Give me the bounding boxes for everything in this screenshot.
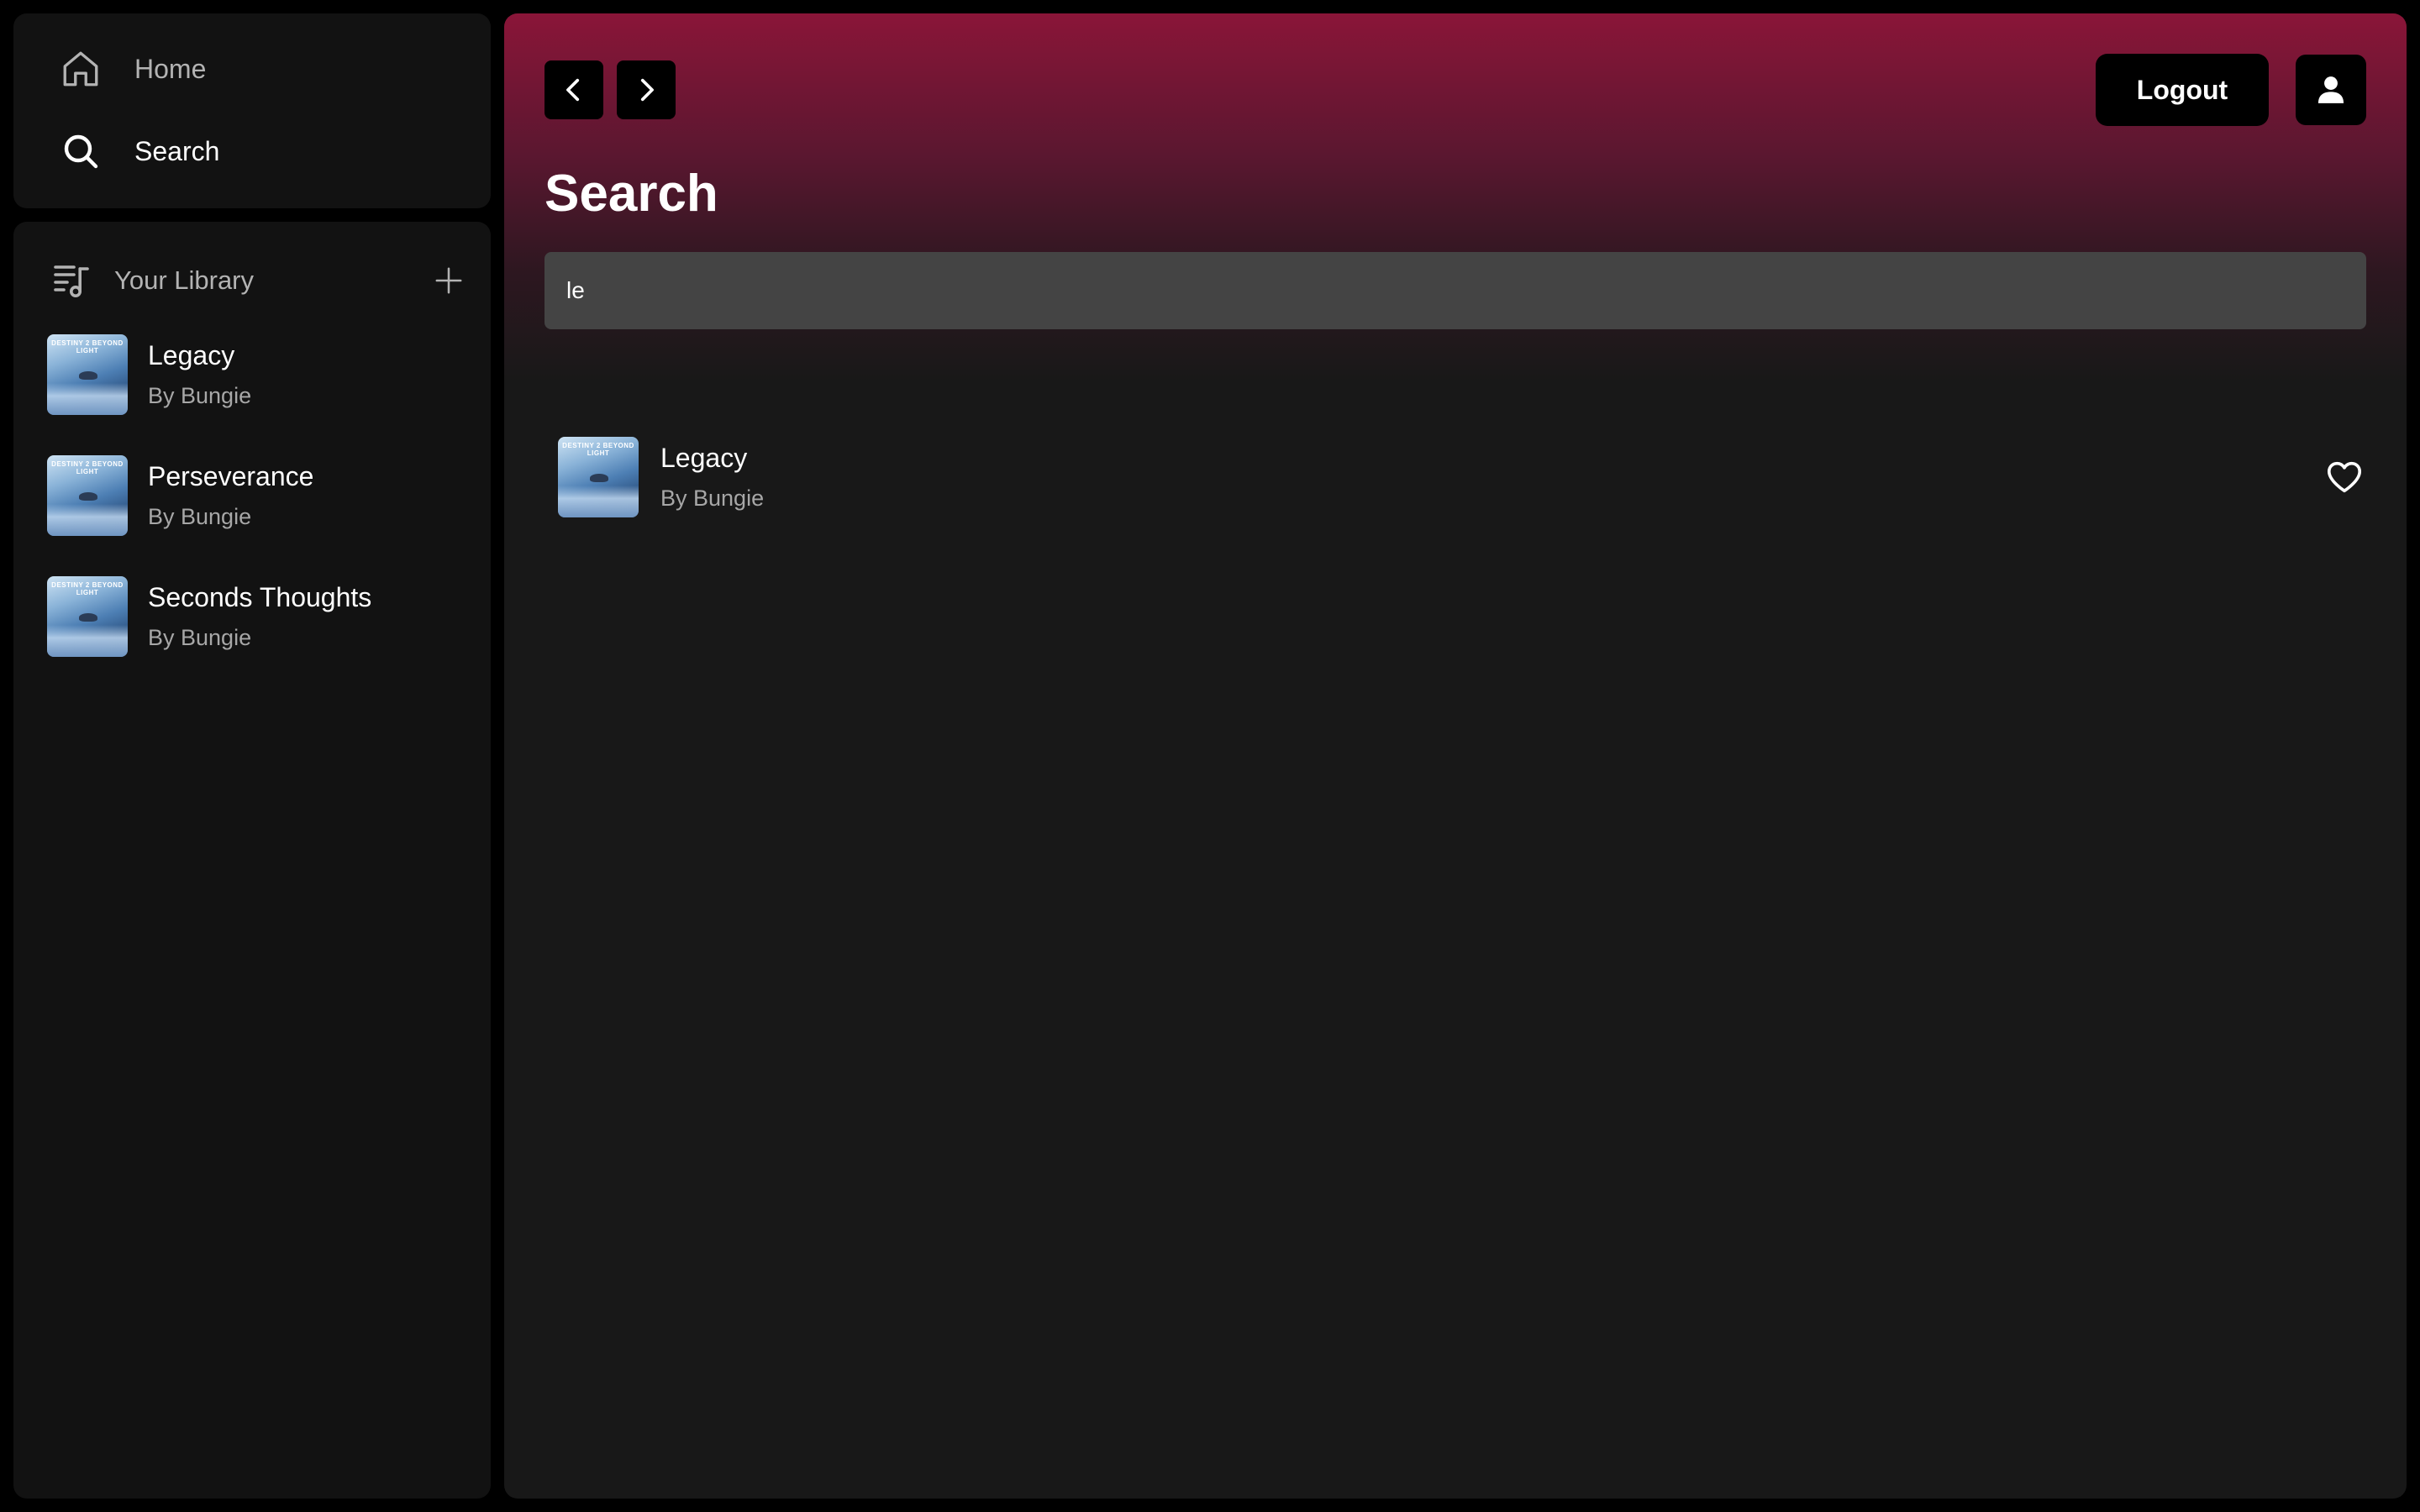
main-content: Logout Search DESTINY 2 BEYOND LIGHT Leg… (504, 13, 2407, 1499)
library-item-text: Seconds Thoughts By Bungie (148, 579, 371, 654)
album-cover: DESTINY 2 BEYOND LIGHT (47, 334, 128, 415)
history-navigation (544, 60, 676, 119)
album-cover: DESTINY 2 BEYOND LIGHT (47, 576, 128, 657)
search-icon (47, 118, 114, 185)
library-item-title: Legacy (148, 340, 235, 370)
library-item-title: Seconds Thoughts (148, 582, 372, 612)
search-result-item[interactable]: DESTINY 2 BEYOND LIGHT Legacy By Bungie (558, 433, 2366, 521)
sidebar-item-home[interactable]: Home (47, 35, 459, 102)
sidebar-nav-panel: Home Search (13, 13, 491, 208)
library-item[interactable]: DESTINY 2 BEYOND LIGHT Seconds Thoughts … (47, 568, 472, 665)
album-cover: DESTINY 2 BEYOND LIGHT (47, 455, 128, 536)
cover-text: DESTINY 2 BEYOND LIGHT (51, 581, 124, 596)
library-item-subtitle: By Bungie (148, 504, 252, 529)
like-button[interactable] (2323, 455, 2366, 499)
library-icon[interactable] (47, 255, 97, 306)
app-window: Home Search Your Library DESTINY 2 BEYON… (0, 0, 2420, 1512)
profile-button[interactable] (2296, 55, 2366, 125)
chevron-left-icon (566, 78, 580, 102)
cover-text: DESTINY 2 BEYOND LIGHT (51, 339, 124, 354)
library-item-title: Perseverance (148, 461, 314, 491)
sidebar-item-search[interactable]: Search (47, 118, 459, 185)
plus-icon (435, 267, 462, 294)
home-icon (47, 35, 114, 102)
search-input[interactable] (544, 252, 2366, 329)
sidebar-item-label: Search (134, 136, 220, 166)
search-result-text: Legacy By Bungie (660, 439, 764, 515)
chevron-right-icon (640, 78, 654, 102)
add-playlist-button[interactable] (425, 257, 472, 304)
library-title[interactable]: Your Library (114, 265, 425, 296)
library-header: Your Library (47, 247, 472, 314)
header-actions: Logout (2096, 54, 2366, 126)
library-item[interactable]: DESTINY 2 BEYOND LIGHT Legacy By Bungie (47, 326, 472, 423)
library-item[interactable]: DESTINY 2 BEYOND LIGHT Perseverance By B… (47, 447, 472, 544)
forward-button[interactable] (617, 60, 676, 119)
library-item-text: Legacy By Bungie (148, 337, 251, 412)
sidebar-item-label: Home (134, 54, 207, 84)
library-item-subtitle: By Bungie (148, 383, 252, 408)
search-result-title: Legacy (660, 443, 748, 473)
library-item-text: Perseverance By Bungie (148, 458, 313, 533)
heart-icon (2327, 461, 2362, 493)
user-icon (2317, 76, 2344, 103)
back-button[interactable] (544, 60, 603, 119)
cover-text: DESTINY 2 BEYOND LIGHT (51, 460, 124, 475)
album-cover: DESTINY 2 BEYOND LIGHT (558, 437, 639, 517)
page-title: Search (544, 165, 718, 223)
logout-button[interactable]: Logout (2096, 54, 2269, 126)
library-item-subtitle: By Bungie (148, 625, 252, 650)
cover-text: DESTINY 2 BEYOND LIGHT (562, 442, 634, 457)
search-result-subtitle: By Bungie (660, 486, 765, 511)
library-panel: Your Library DESTINY 2 BEYOND LIGHT Lega… (13, 222, 491, 1499)
